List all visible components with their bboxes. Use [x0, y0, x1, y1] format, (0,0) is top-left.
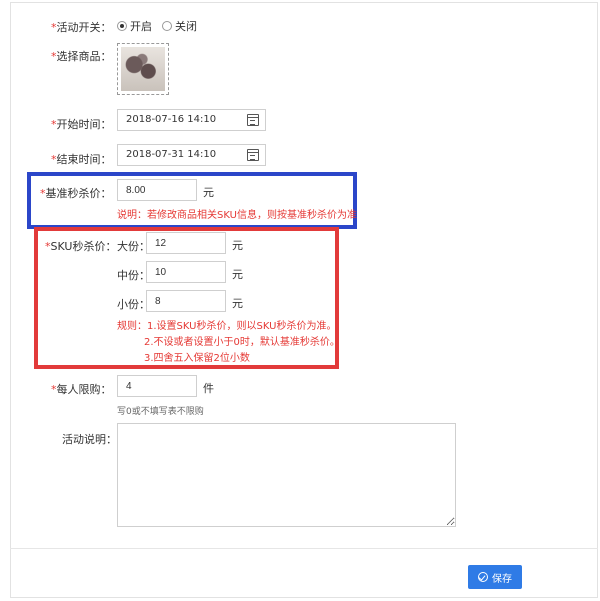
- radio-on[interactable]: 开启: [117, 18, 152, 34]
- limit-unit: 件: [203, 382, 214, 395]
- activity-switch-radio-group: 开启 关闭: [117, 18, 207, 34]
- description-label: 活动说明：: [62, 433, 117, 446]
- base-price-unit: 元: [203, 186, 214, 199]
- check-circle-icon: [478, 572, 488, 582]
- radio-on-indicator[interactable]: [117, 21, 127, 31]
- sku-price-label: *SKU秒杀价：: [45, 240, 117, 253]
- sku-rule-2: 2.不设或者设置小于0时，默认基准秒杀价。: [144, 337, 340, 348]
- product-label: *选择商品：: [51, 50, 112, 63]
- calendar-icon[interactable]: [247, 114, 259, 126]
- sku-rule-3: 3.四舍五入保留2位小数: [144, 353, 250, 364]
- end-time-label: *结束时间：: [51, 153, 112, 166]
- sku-rule-1: 规则：1.设置SKU秒杀价，则以SKU秒杀价为准。: [117, 321, 337, 332]
- limit-hint: 写0或不填写表不限购: [117, 407, 204, 417]
- start-time-input[interactable]: 2018-07-16 14:10: [117, 109, 266, 131]
- end-time-value: 2018-07-31 14:10: [126, 149, 217, 160]
- sku-large-input[interactable]: [146, 232, 226, 254]
- sku-small-input[interactable]: [146, 290, 226, 312]
- limit-label: *每人限购：: [51, 383, 112, 396]
- calendar-icon[interactable]: [247, 149, 259, 161]
- sku-large-unit: 元: [232, 239, 243, 252]
- sku-small-unit: 元: [232, 297, 243, 310]
- start-time-label: *开始时间：: [51, 118, 112, 131]
- product-thumbnail[interactable]: [117, 43, 169, 95]
- radio-off[interactable]: 关闭: [162, 18, 197, 34]
- base-price-input[interactable]: [117, 179, 197, 201]
- sku-medium-input[interactable]: [146, 261, 226, 283]
- radio-off-indicator[interactable]: [162, 21, 172, 31]
- radio-on-label: 开启: [130, 20, 152, 33]
- start-time-value: 2018-07-16 14:10: [126, 114, 217, 125]
- save-button[interactable]: 保存: [468, 565, 522, 589]
- base-price-label: *基准秒杀价：: [40, 187, 112, 200]
- end-time-input[interactable]: 2018-07-31 14:10: [117, 144, 266, 166]
- sku-medium-unit: 元: [232, 268, 243, 281]
- activity-switch-label: *活动开关：: [51, 21, 112, 34]
- radio-off-label: 关闭: [175, 20, 197, 33]
- base-price-note: 说明：若修改商品相关SKU信息，则按基准秒杀价为准: [117, 210, 357, 221]
- product-image: [121, 47, 165, 91]
- limit-input[interactable]: [117, 375, 197, 397]
- footer-divider: [10, 548, 598, 549]
- save-button-label: 保存: [492, 573, 512, 585]
- description-textarea[interactable]: [117, 423, 456, 527]
